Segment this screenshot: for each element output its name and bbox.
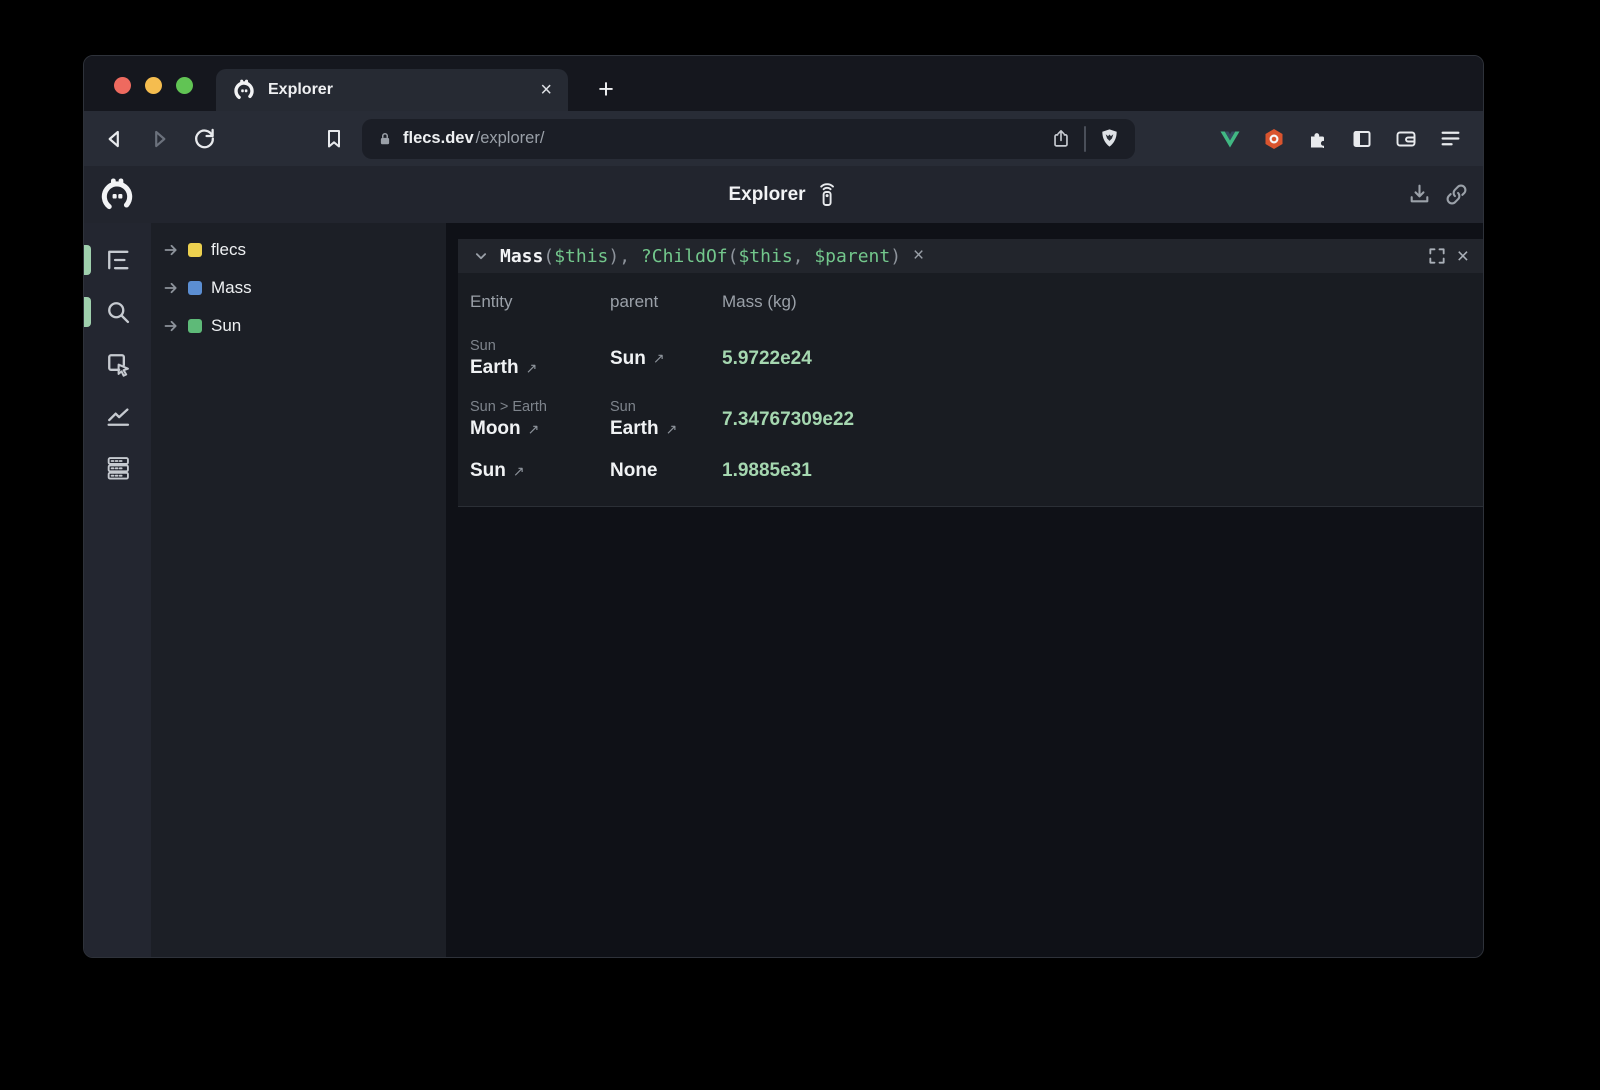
hexagon-extension-icon[interactable] [1262, 127, 1286, 151]
external-link-icon[interactable]: ↗ [528, 421, 540, 438]
link-icon[interactable] [1444, 182, 1469, 207]
entity-link[interactable]: Moon [470, 418, 521, 440]
tree-item-mass[interactable]: Mass [151, 269, 446, 307]
tables-button[interactable] [104, 454, 132, 482]
tree-item-sun[interactable]: Sun [151, 307, 446, 345]
browser-window: Explorer × + flecs.dev /explorer [83, 55, 1484, 958]
share-icon[interactable] [1050, 128, 1072, 150]
query-bar[interactable]: Mass($this), ?ChildOf($this, $parent) × … [458, 239, 1483, 273]
content-area: Mass($this), ?ChildOf($this, $parent) × … [446, 223, 1483, 958]
close-window-button[interactable] [114, 77, 131, 94]
parent-none-label: None [610, 460, 658, 482]
tree-item-flecs[interactable]: flecs [151, 231, 446, 269]
brave-shield-icon[interactable] [1098, 127, 1121, 150]
column-header-parent: parent [610, 292, 722, 312]
download-icon[interactable] [1407, 182, 1432, 207]
app-header: Explorer [84, 166, 1483, 223]
entity-path: Sun > Earth [470, 399, 610, 415]
icon-sidebar [84, 223, 151, 958]
traffic-lights [114, 77, 193, 94]
expand-arrow-icon[interactable] [163, 242, 179, 258]
reload-button[interactable] [190, 125, 218, 153]
entity-link[interactable]: Sun [470, 460, 506, 482]
new-tab-button[interactable]: + [589, 74, 623, 105]
url-bar[interactable]: flecs.dev /explorer/ [362, 119, 1135, 159]
parent-cell: Sun ↗ [610, 348, 722, 370]
tree-view-button[interactable] [104, 246, 132, 274]
sidebar-toggle-icon[interactable] [1350, 127, 1374, 151]
external-link-icon[interactable]: ↗ [526, 360, 538, 377]
clear-query-icon[interactable]: × [913, 245, 924, 267]
entity-cell: Sun Earth ↗ [470, 338, 610, 379]
menu-icon[interactable] [1438, 126, 1463, 151]
parent-link[interactable]: Earth [610, 418, 659, 440]
mass-value: 5.9722e24 [722, 348, 1483, 370]
entity-cell: Sun ↗ [470, 460, 610, 482]
parent-cell: None [610, 460, 722, 482]
minimize-window-button[interactable] [145, 77, 162, 94]
entity-tree-panel: flecs Mass Sun [151, 223, 446, 958]
active-indicator-tree [84, 245, 91, 275]
tree-item-label[interactable]: flecs [211, 240, 246, 260]
bookmark-icon[interactable] [320, 125, 348, 153]
tab-title: Explorer [268, 81, 528, 99]
entity-color-square [188, 281, 202, 295]
fullscreen-icon[interactable] [1427, 246, 1447, 266]
url-host: flecs.dev [403, 129, 474, 148]
tab-close-icon[interactable]: × [540, 80, 552, 100]
browser-tab[interactable]: Explorer × [216, 69, 568, 111]
chevron-down-icon[interactable] [472, 247, 490, 265]
page-title: Explorer [728, 184, 805, 206]
external-link-icon[interactable]: ↗ [666, 421, 678, 438]
parent-cell: Sun Earth ↗ [610, 399, 722, 440]
search-button[interactable] [104, 298, 132, 326]
flecs-favicon [232, 78, 256, 102]
divider [1084, 126, 1086, 152]
active-indicator-search [84, 297, 91, 327]
entity-link[interactable]: Earth [470, 357, 519, 379]
expand-arrow-icon[interactable] [163, 318, 179, 334]
wallet-icon[interactable] [1394, 127, 1418, 151]
tree-item-label[interactable]: Sun [211, 316, 241, 336]
stats-button[interactable] [104, 402, 132, 430]
entity-path: Sun [470, 338, 610, 354]
table-row: Sun Earth ↗ Sun ↗ 5.9722e24 [458, 328, 1483, 389]
table-row: Sun > Earth Moon ↗ Sun Earth ↗ 7.34767309e… [458, 389, 1483, 450]
results-table: Entity parent Mass (kg) Sun Earth ↗ Sun ↗ … [458, 273, 1483, 507]
entity-color-square [188, 243, 202, 257]
table-header: Entity parent Mass (kg) [458, 273, 1483, 328]
mass-value: 7.34767309e22 [722, 409, 1483, 431]
table-row: Sun ↗ None 1.9885e31 [458, 450, 1483, 492]
entity-color-square [188, 319, 202, 333]
mass-value: 1.9885e31 [722, 460, 1483, 482]
vue-devtools-icon[interactable] [1218, 127, 1242, 151]
tree-item-label[interactable]: Mass [211, 278, 252, 298]
column-header-entity: Entity [470, 292, 610, 312]
external-link-icon[interactable]: ↗ [513, 463, 525, 480]
browser-toolbar: flecs.dev /explorer/ [84, 111, 1483, 166]
external-link-icon[interactable]: ↗ [653, 350, 665, 367]
query-expression[interactable]: Mass($this), ?ChildOf($this, $parent) [500, 246, 901, 267]
extensions-puzzle-icon[interactable] [1306, 127, 1330, 151]
lock-icon [376, 130, 394, 148]
flecs-logo[interactable] [98, 176, 136, 214]
parent-link[interactable]: Sun [610, 348, 646, 370]
maximize-window-button[interactable] [176, 77, 193, 94]
parent-path: Sun [610, 399, 722, 415]
expand-arrow-icon[interactable] [163, 280, 179, 296]
close-query-icon[interactable]: × [1457, 246, 1469, 267]
column-header-mass: Mass (kg) [722, 292, 1483, 312]
tab-bar: Explorer × + [84, 56, 1483, 111]
entity-cell: Sun > Earth Moon ↗ [470, 399, 610, 440]
inspector-button[interactable] [104, 350, 132, 378]
remote-connection-icon[interactable] [815, 183, 839, 207]
forward-button[interactable] [146, 125, 174, 153]
back-button[interactable] [100, 125, 128, 153]
url-path: /explorer/ [476, 129, 545, 148]
